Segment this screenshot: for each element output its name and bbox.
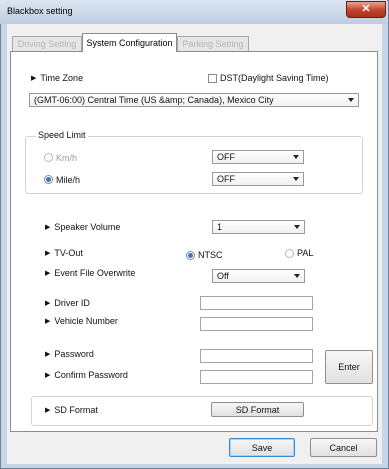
speaker-volume-value: 1 <box>217 222 223 232</box>
dst-label: DST(Daylight Saving Time) <box>220 73 329 83</box>
arrow-right-icon: ▶ <box>45 300 51 307</box>
speaker-volume-label: ▶ Speaker Volume <box>45 222 121 232</box>
speed-limit-legend: Speed Limit <box>36 130 88 140</box>
close-icon: ✕ <box>361 3 371 15</box>
time-zone-select[interactable]: (GMT-06:00) Central Time (US &amp; Canad… <box>29 93 359 107</box>
chevron-down-icon <box>348 98 354 102</box>
mileh-radio[interactable] <box>44 175 53 184</box>
arrow-right-icon: ▶ <box>45 372 51 379</box>
confirm-password-label: ▶ Confirm Password <box>45 370 128 380</box>
kmh-label: Km/h <box>56 153 78 163</box>
kmh-radio[interactable] <box>44 153 53 162</box>
window-title: Blackbox setting <box>7 6 73 16</box>
pal-radio[interactable] <box>285 249 294 258</box>
mileh-speed-value: OFF <box>217 174 235 184</box>
speaker-volume-select[interactable]: 1 <box>212 220 305 234</box>
vehicle-number-input[interactable] <box>200 317 313 331</box>
dst-checkbox[interactable] <box>208 74 217 83</box>
arrow-right-icon: ▶ <box>45 407 51 414</box>
event-file-overwrite-select[interactable]: Off <box>212 269 305 283</box>
kmh-speed-value: OFF <box>217 152 235 162</box>
driver-id-input[interactable] <box>200 296 313 310</box>
mileh-speed-select[interactable]: OFF <box>212 172 304 186</box>
driver-id-label: ▶ Driver ID <box>45 298 90 308</box>
close-button[interactable]: ✕ <box>346 1 386 18</box>
tab-label: Driving Setting <box>17 39 77 49</box>
confirm-password-input[interactable] <box>200 370 313 384</box>
vehicle-number-label: ▶ Vehicle Number <box>45 316 118 326</box>
sd-format-button[interactable]: SD Format <box>211 402 304 417</box>
time-zone-label: ▶ Time Zone <box>31 73 84 83</box>
ntsc-label: NTSC <box>198 250 223 260</box>
arrow-right-icon: ▶ <box>45 270 51 277</box>
arrow-right-icon: ▶ <box>31 75 37 82</box>
enter-button[interactable]: Enter <box>325 350 373 384</box>
tab-label: System Configuration <box>86 38 173 48</box>
arrow-right-icon: ▶ <box>45 250 51 257</box>
pal-label: PAL <box>297 248 314 258</box>
chevron-down-icon <box>294 274 300 278</box>
tab-system-configuration[interactable]: System Configuration <box>82 33 177 52</box>
ntsc-radio[interactable] <box>186 251 195 260</box>
kmh-speed-select[interactable]: OFF <box>212 150 304 164</box>
arrow-right-icon: ▶ <box>45 224 51 231</box>
tab-label: Parking Setting <box>182 39 244 49</box>
event-file-overwrite-value: Off <box>217 271 229 281</box>
time-zone-value: (GMT-06:00) Central Time (US &amp; Canad… <box>34 95 274 105</box>
chevron-down-icon <box>294 225 300 229</box>
tab-driving-setting[interactable]: Driving Setting <box>12 36 82 51</box>
chevron-down-icon <box>293 177 299 181</box>
tv-out-label: ▶ TV-Out <box>45 248 83 258</box>
arrow-right-icon: ▶ <box>45 318 51 325</box>
tab-parking-setting[interactable]: Parking Setting <box>177 36 249 51</box>
password-label: ▶ Password <box>45 349 94 359</box>
mileh-label: Mile/h <box>56 175 81 185</box>
password-input[interactable] <box>200 349 313 363</box>
arrow-right-icon: ▶ <box>45 351 51 358</box>
speed-limit-group <box>25 136 363 194</box>
sd-format-label: ▶ SD Format <box>45 405 98 415</box>
save-button[interactable]: Save <box>229 438 295 457</box>
cancel-button[interactable]: Cancel <box>310 438 377 457</box>
chevron-down-icon <box>293 155 299 159</box>
event-file-overwrite-label: ▶ Event File Overwrite <box>45 268 136 278</box>
